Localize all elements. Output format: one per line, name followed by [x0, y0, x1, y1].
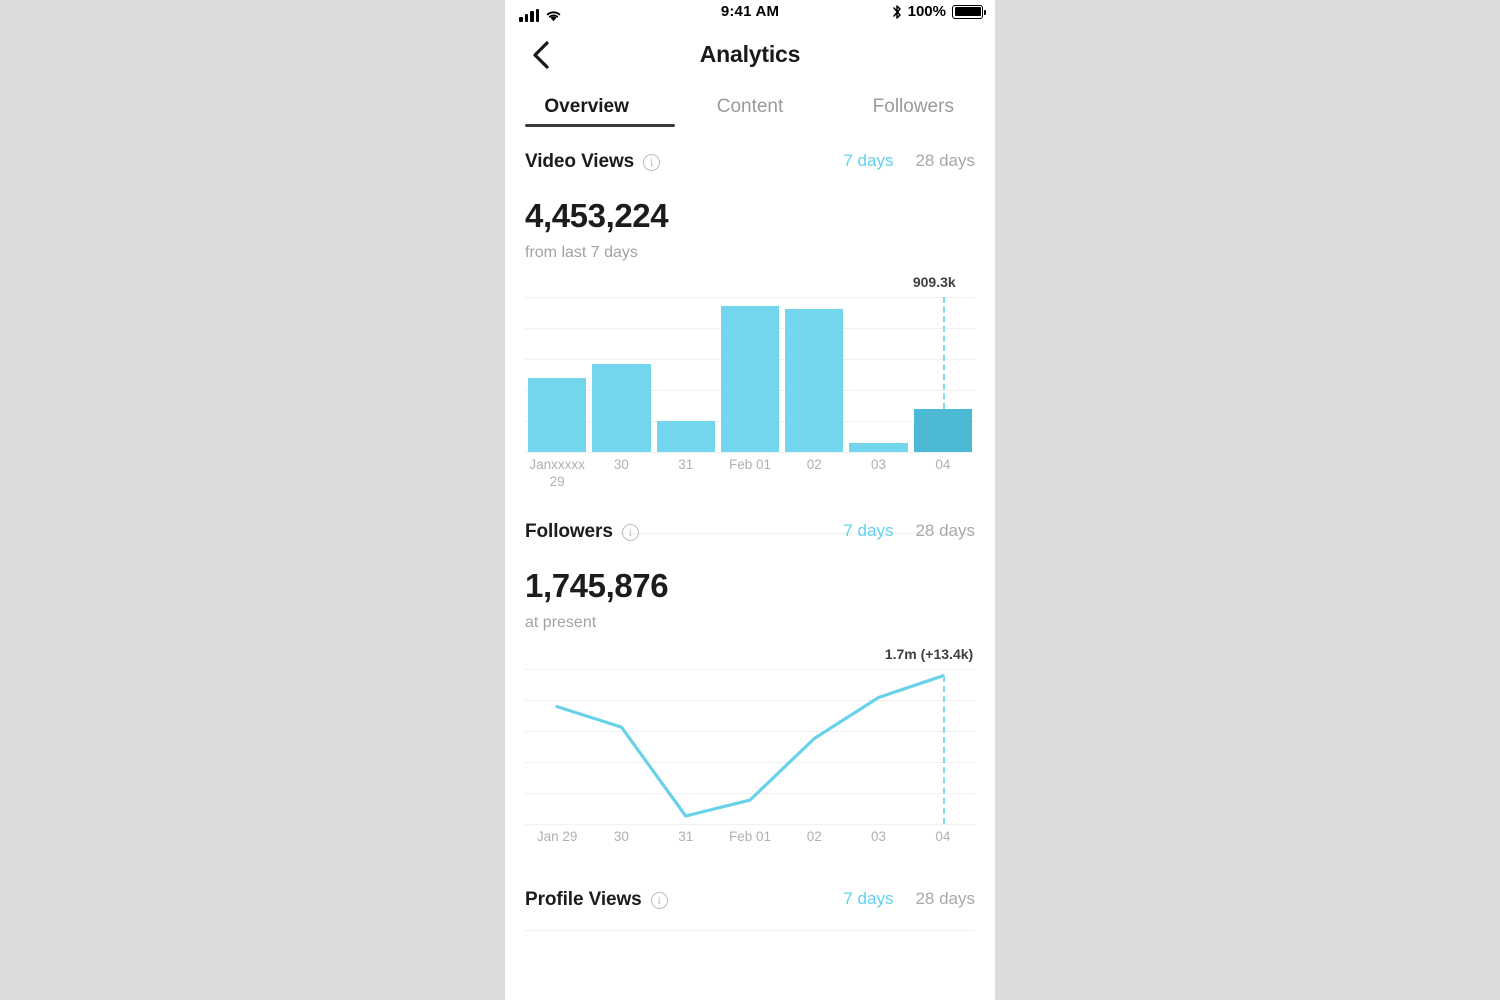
bar-chart-plot-area [525, 297, 975, 452]
status-bar-right: 100% [892, 3, 986, 20]
status-bar: 9:41 AM 100% [505, 0, 995, 30]
bar[interactable] [528, 377, 587, 452]
followers-line-chart[interactable]: 1.7m (+13.4k) Jan 29 30 31 Feb 01 02 03 04 [525, 646, 975, 861]
info-circle-icon[interactable]: i [643, 153, 661, 171]
section-divider-2 [525, 930, 975, 931]
section-followers: Followers i 7 days 28 days 1,745,876 at … [505, 515, 995, 861]
range-28-days[interactable]: 28 days [915, 521, 975, 541]
bar[interactable] [849, 443, 908, 452]
x-axis-tick-label: 04 [935, 829, 951, 844]
line-chart-annotation-label: 1.7m (+13.4k) [884, 646, 974, 662]
bar-chart-annotation-label: 909.3k [912, 274, 956, 290]
followers-title: Followers [525, 521, 613, 542]
bar[interactable] [720, 306, 780, 452]
x-axis-tick-label: 31 [678, 457, 694, 472]
bar[interactable] [656, 421, 715, 452]
gridline [525, 824, 975, 825]
followers-subtitle: at present [525, 614, 597, 631]
tab-content[interactable]: Content [668, 89, 831, 134]
x-axis-tick-label: Feb 01 [728, 457, 771, 472]
x-axis-tick-label: 30 [613, 829, 629, 844]
line-chart-x-axis-labels: Jan 29 30 31 Feb 01 02 03 04 [525, 828, 975, 868]
nav-bar: Analytics [505, 30, 995, 85]
battery-full-icon [952, 4, 986, 19]
section-profile-views: Profile Views i 7 days 28 days [505, 883, 995, 917]
profile-views-title: Profile Views [525, 889, 642, 910]
range-28-days[interactable]: 28 days [915, 151, 975, 171]
info-circle-icon[interactable]: i [650, 891, 668, 909]
page-title: Analytics [699, 41, 801, 67]
bar[interactable] [592, 363, 651, 452]
range-7-days[interactable]: 7 days [843, 151, 893, 171]
video-views-header: Video Views i 7 days 28 days [525, 145, 975, 179]
x-axis-tick-label: 02 [806, 457, 822, 472]
profile-views-header: Profile Views i 7 days 28 days [525, 883, 975, 917]
bluetooth-icon [892, 4, 902, 20]
bar[interactable] [785, 308, 844, 452]
video-views-value: 4,453,224 [525, 197, 669, 234]
followers-trend-line [555, 674, 945, 818]
bar-chart-x-axis-labels: Janxxxxx 29 30 31 Feb 01 02 03 04 [525, 456, 975, 496]
x-axis-tick-label: 02 [806, 829, 822, 844]
bar[interactable] [913, 408, 972, 452]
video-views-subtitle: from last 7 days [525, 244, 638, 261]
section-video-views: Video Views i 7 days 28 days 4,453,224 f… [505, 145, 995, 489]
followers-range-toggle: 7 days 28 days [843, 521, 975, 541]
battery-percent-label: 100% [907, 3, 946, 20]
x-axis-tick-label: 30 [613, 457, 629, 472]
x-axis-tick-label: 31 [678, 829, 694, 844]
info-circle-icon[interactable]: i [621, 523, 639, 541]
x-axis-tick-label: 04 [935, 457, 951, 472]
x-axis-tick-label: Feb 01 [728, 829, 771, 844]
range-7-days[interactable]: 7 days [843, 889, 893, 909]
phone-screen: 9:41 AM 100% Analytics Overview Content … [505, 0, 995, 1000]
followers-value: 1,745,876 [525, 567, 669, 604]
tab-active-indicator [525, 124, 675, 127]
gridline [525, 452, 975, 453]
range-28-days[interactable]: 28 days [915, 889, 975, 909]
bar-chart-marker-line [942, 297, 945, 409]
tab-bar: Overview Content Followers [505, 89, 995, 134]
followers-header: Followers i 7 days 28 days [525, 515, 975, 549]
tab-followers[interactable]: Followers [832, 89, 995, 134]
line-chart-marker-line [942, 675, 945, 824]
x-axis-tick-label: 03 [871, 829, 887, 844]
x-axis-tick-label: 03 [871, 457, 887, 472]
x-axis-tick-label: Janxxxxx 29 [529, 457, 585, 489]
tab-overview[interactable]: Overview [505, 89, 668, 134]
video-views-title: Video Views [525, 151, 635, 172]
profile-views-range-toggle: 7 days 28 days [843, 889, 975, 909]
range-7-days[interactable]: 7 days [843, 521, 893, 541]
screenshot-root: 9:41 AM 100% Analytics Overview Content … [0, 0, 1500, 1000]
video-views-range-toggle: 7 days 28 days [843, 151, 975, 171]
video-views-bar-chart[interactable]: 909.3k Janxxxxx 29 30 31 Feb 01 02 03 04 [525, 274, 975, 489]
line-chart-plot-area [555, 674, 945, 818]
x-axis-tick-label: Jan 29 [536, 829, 578, 844]
